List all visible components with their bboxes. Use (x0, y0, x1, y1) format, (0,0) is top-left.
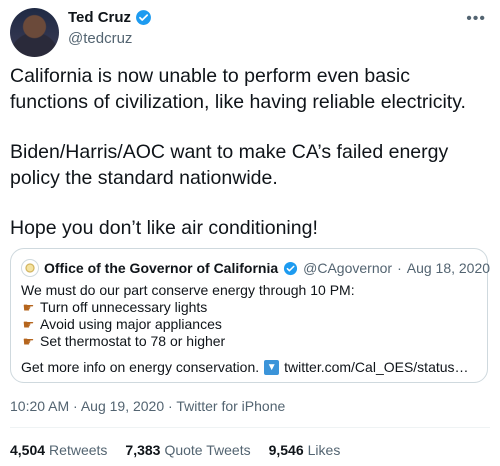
separator-dot: · (73, 398, 81, 414)
author-display-name[interactable]: Ted Cruz (68, 9, 131, 26)
quote-tweets-label: Quote Tweets (164, 442, 251, 458)
quote-handle: @CAgovernor (303, 260, 393, 276)
quote-intro: We must do our part conserve energy thro… (21, 282, 355, 298)
tweet-paragraph: Hope you don’t like air conditioning! (10, 217, 318, 239)
likes-label: Likes (307, 442, 341, 458)
list-item: ☛ Turn off unnecessary lights (21, 299, 355, 316)
avatar[interactable] (10, 8, 59, 57)
likes-stat[interactable]: 9,546 Likes (269, 442, 341, 458)
list-item-text: Avoid using major appliances (40, 316, 222, 332)
list-item: ☛ Set thermostat to 78 or higher (21, 333, 355, 350)
quote-header: Office of the Governor of California @CA… (21, 259, 490, 277)
list-item-text: Turn off unnecessary lights (40, 299, 208, 315)
retweets-label: Retweets (49, 442, 108, 458)
quote-tweets-count: 7,383 (125, 442, 161, 458)
tweet-paragraph: California is now unable to perform even… (10, 65, 466, 113)
quote-avatar (21, 259, 39, 277)
likes-count: 9,546 (268, 442, 304, 458)
tweet-meta: 10:20 AM · Aug 19, 2020 · Twitter for iP… (10, 398, 285, 414)
author-name-row: Ted Cruz (68, 9, 152, 26)
more-dots-icon[interactable]: ••• (466, 10, 486, 28)
tweet-source[interactable]: Twitter for iPhone (176, 398, 285, 414)
verified-badge-icon (284, 261, 298, 275)
separator-dot: · (397, 260, 402, 276)
quote-link[interactable]: twitter.com/Cal_OES/status… (284, 359, 468, 375)
tweet-date[interactable]: Aug 19, 2020 (81, 398, 164, 414)
divider (10, 427, 490, 428)
arrow-down-icon: ▼ (264, 359, 280, 375)
tweet: Ted Cruz @tedcruz ••• California is now … (0, 0, 500, 466)
pointing-hand-icon: ☛ (22, 334, 35, 349)
verified-badge-icon (136, 10, 151, 25)
pointing-hand-icon: ☛ (22, 317, 35, 332)
list-item: ☛ Avoid using major appliances (21, 316, 355, 333)
quote-footer-text: Get more info on energy conservation. (21, 359, 260, 375)
tweet-paragraph: Biden/Harris/AOC want to make CA’s faile… (10, 141, 449, 189)
quote-body: We must do our part conserve energy thro… (21, 282, 355, 350)
tweet-text: California is now unable to perform even… (10, 63, 490, 265)
quote-footer: Get more info on energy conservation. ▼ … (21, 359, 469, 375)
quote-date: Aug 18, 2020 (406, 260, 491, 276)
retweets-stat[interactable]: 4,504 Retweets (10, 442, 107, 458)
quote-tweets-stat[interactable]: 7,383 Quote Tweets (125, 442, 250, 458)
engagement-stats: 4,504 Retweets 7,383 Quote Tweets 9,546 … (10, 442, 340, 458)
list-item-text: Set thermostat to 78 or higher (40, 333, 226, 349)
retweets-count: 4,504 (10, 442, 46, 458)
pointing-hand-icon: ☛ (22, 300, 35, 315)
tweet-time[interactable]: 10:20 AM (10, 398, 69, 414)
quote-tweet[interactable]: Office of the Governor of California @CA… (10, 248, 490, 383)
author-handle[interactable]: @tedcruz (68, 30, 132, 47)
quote-display-name: Office of the Governor of California (44, 260, 279, 276)
